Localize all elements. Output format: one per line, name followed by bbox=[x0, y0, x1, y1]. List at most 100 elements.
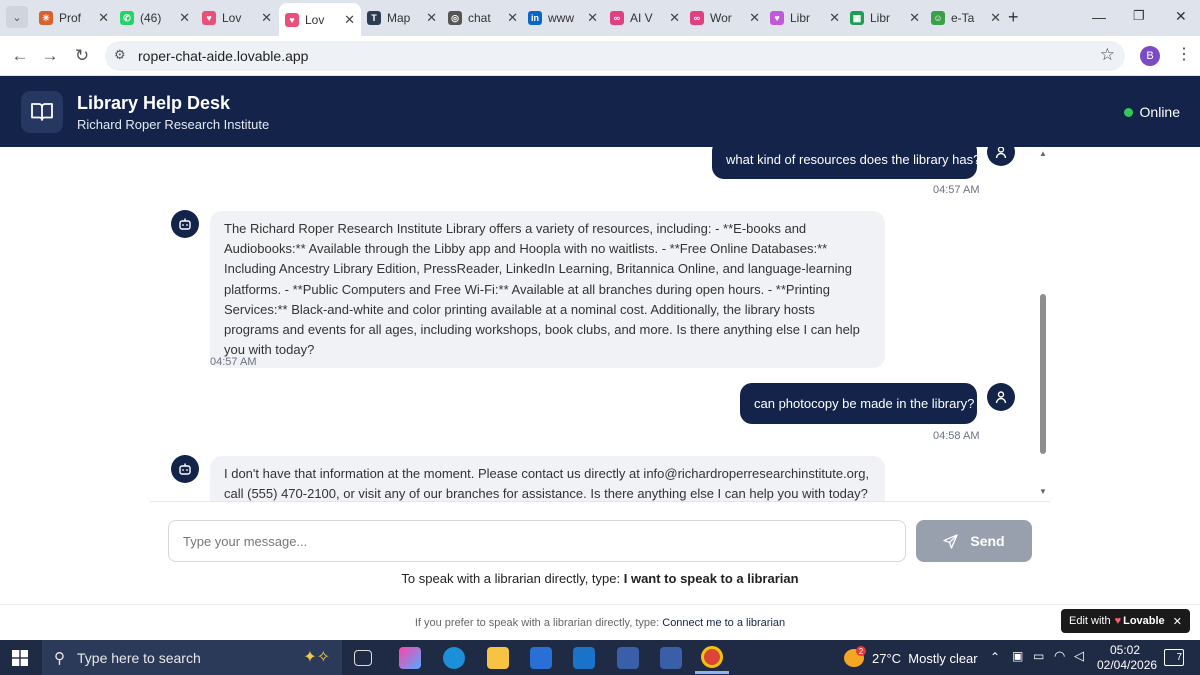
url-text[interactable]: roper-chat-aide.lovable.app bbox=[138, 48, 308, 64]
tray-app-icon[interactable]: ▣ bbox=[1012, 649, 1023, 663]
tab-favicon-icon: ✳ bbox=[39, 11, 53, 25]
hint-text: To speak with a librarian directly, type… bbox=[401, 571, 624, 586]
tab-title: Libr bbox=[790, 11, 811, 25]
clock-time[interactable]: 05:02 bbox=[1097, 643, 1153, 657]
tab-title: www bbox=[548, 11, 574, 25]
restore-button[interactable]: ❐ bbox=[1133, 8, 1145, 24]
wifi-icon[interactable]: ◠ bbox=[1054, 648, 1065, 664]
outlook-icon[interactable] bbox=[573, 647, 595, 669]
task-view-icon[interactable] bbox=[354, 650, 372, 666]
tab-search-button[interactable]: ⌄ bbox=[6, 6, 28, 28]
os-taskbar: ⚲ Type here to search ✦✧ 2 27°C Mostly c… bbox=[0, 640, 1200, 675]
tab-close-icon[interactable]: ✕ bbox=[179, 10, 190, 26]
file-explorer-icon[interactable] bbox=[487, 647, 509, 669]
browser-tab[interactable]: in www ✕ bbox=[522, 5, 604, 31]
browser-tab[interactable]: ∞ AI V ✕ bbox=[604, 5, 686, 31]
battery-icon[interactable]: ▭ bbox=[1033, 649, 1044, 663]
tab-close-icon[interactable]: ✕ bbox=[990, 10, 1001, 26]
edge-icon[interactable] bbox=[443, 647, 465, 669]
chrome-icon[interactable] bbox=[701, 646, 723, 668]
browser-tab[interactable]: ♥ Libr ✕ bbox=[764, 5, 846, 31]
app-subtitle: Richard Roper Research Institute bbox=[77, 117, 270, 132]
notification-count: 7 bbox=[1176, 652, 1182, 663]
browser-tab[interactable]: ∞ Wor ✕ bbox=[684, 5, 766, 31]
tab-close-icon[interactable]: ✕ bbox=[426, 10, 437, 26]
weather-text[interactable]: 27°C Mostly clear bbox=[872, 651, 978, 666]
tab-title: Map bbox=[387, 11, 411, 25]
taskbar-search[interactable]: ⚲ Type here to search ✦✧ bbox=[42, 640, 342, 675]
tab-title: Wor bbox=[710, 11, 732, 25]
volume-icon[interactable]: ◁ bbox=[1074, 648, 1084, 664]
tab-favicon-icon: ♥ bbox=[770, 11, 784, 25]
active-app-indicator bbox=[695, 671, 729, 674]
tab-title: Libr bbox=[870, 11, 891, 25]
edit-with-lovable-badge[interactable]: Edit with ♥ Lovable ✕ bbox=[1061, 609, 1190, 633]
tab-close-icon[interactable]: ✕ bbox=[344, 12, 355, 28]
forward-button[interactable]: → bbox=[38, 44, 62, 68]
app-icon[interactable] bbox=[660, 647, 682, 669]
browser-tab[interactable]: ♥ Lov ✕ bbox=[196, 5, 278, 31]
site-info-icon[interactable]: ⚙ bbox=[114, 47, 126, 63]
tab-favicon-icon: ∞ bbox=[690, 11, 704, 25]
browser-tab[interactable]: ◎ chat ✕ bbox=[442, 5, 524, 31]
tray-chevron-icon[interactable]: ⌃ bbox=[990, 650, 1000, 664]
tab-favicon-icon: T bbox=[367, 11, 381, 25]
user-avatar-icon bbox=[987, 383, 1015, 411]
footer-command: Connect me to a librarian bbox=[662, 617, 786, 629]
scroll-down-icon[interactable]: ▼ bbox=[1039, 487, 1047, 496]
chat-scrollbar[interactable]: ▲ ▼ bbox=[1036, 147, 1050, 501]
tab-close-icon[interactable]: ✕ bbox=[98, 10, 109, 26]
message-composer: Send To speak with a librarian directly,… bbox=[150, 501, 1050, 604]
user-message: can photocopy be made in the library? bbox=[740, 383, 977, 424]
profile-avatar[interactable]: B bbox=[1140, 46, 1160, 66]
browser-tab[interactable]: ▦ Libr ✕ bbox=[844, 5, 926, 31]
chat-messages[interactable]: what kind of resources does the library … bbox=[150, 147, 1050, 501]
reload-button[interactable]: ↻ bbox=[70, 44, 94, 68]
browser-tab[interactable]: ✆ (46) ✕ bbox=[114, 5, 196, 31]
browser-tab[interactable]: ♥ Lov ✕ bbox=[279, 3, 361, 36]
copilot-icon[interactable] bbox=[399, 647, 421, 669]
new-tab-button[interactable]: + bbox=[1008, 7, 1019, 28]
store-icon[interactable] bbox=[530, 647, 552, 669]
notification-center-icon[interactable]: 7 bbox=[1164, 649, 1184, 666]
address-bar[interactable]: ⚙ roper-chat-aide.lovable.app ☆ bbox=[105, 41, 1125, 71]
tab-favicon-icon: ∞ bbox=[610, 11, 624, 25]
tab-title: AI V bbox=[630, 11, 653, 25]
minimize-button[interactable]: — bbox=[1092, 9, 1106, 25]
bookmark-star-icon[interactable]: ☆ bbox=[1100, 45, 1115, 65]
user-message: what kind of resources does the library … bbox=[712, 147, 980, 179]
badge-close-icon[interactable]: ✕ bbox=[1173, 615, 1182, 628]
lovable-heart-icon: ♥ bbox=[1114, 615, 1122, 627]
weather-badge: 2 bbox=[856, 646, 866, 656]
close-window-button[interactable]: ✕ bbox=[1175, 8, 1187, 25]
browser-tab[interactable]: ✳ Prof ✕ bbox=[33, 5, 115, 31]
browser-tab[interactable]: T Map ✕ bbox=[361, 5, 443, 31]
app-header: Library Help Desk Richard Roper Research… bbox=[0, 76, 1200, 147]
tab-close-icon[interactable]: ✕ bbox=[909, 10, 920, 26]
tab-close-icon[interactable]: ✕ bbox=[749, 10, 760, 26]
browser-tab[interactable]: ☺ e-Ta ✕ bbox=[925, 5, 1007, 31]
clock-date[interactable]: 02/04/2026 bbox=[1097, 658, 1157, 672]
tab-title: e-Ta bbox=[951, 11, 975, 25]
browser-menu-button[interactable]: ⋮ bbox=[1176, 44, 1192, 64]
scroll-up-icon[interactable]: ▲ bbox=[1039, 149, 1047, 158]
scrollbar-thumb[interactable] bbox=[1040, 294, 1046, 454]
tab-favicon-icon: ◎ bbox=[448, 11, 462, 25]
send-icon bbox=[943, 533, 959, 549]
search-icon: ⚲ bbox=[54, 649, 65, 667]
tab-favicon-icon: ▦ bbox=[850, 11, 864, 25]
send-button[interactable]: Send bbox=[916, 520, 1032, 562]
tab-close-icon[interactable]: ✕ bbox=[507, 10, 518, 26]
windows-start-icon[interactable] bbox=[12, 650, 28, 671]
hint-command: I want to speak to a librarian bbox=[623, 571, 799, 586]
back-button[interactable]: ← bbox=[8, 44, 32, 68]
tab-close-icon[interactable]: ✕ bbox=[587, 10, 598, 26]
tab-close-icon[interactable]: ✕ bbox=[829, 10, 840, 26]
message-input[interactable] bbox=[168, 520, 906, 562]
page-footer: If you prefer to speak with a librarian … bbox=[0, 604, 1200, 640]
app-icon[interactable] bbox=[617, 647, 639, 669]
tab-close-icon[interactable]: ✕ bbox=[669, 10, 680, 26]
browser-tab-strip: ⌄ ✳ Prof ✕ ✆ (46) ✕ ♥ Lov ✕ ♥ Lov ✕ T Map ✕ ◎ chat ✕ in www… bbox=[0, 0, 1200, 36]
app-title: Library Help Desk bbox=[77, 93, 231, 113]
tab-close-icon[interactable]: ✕ bbox=[261, 10, 272, 26]
